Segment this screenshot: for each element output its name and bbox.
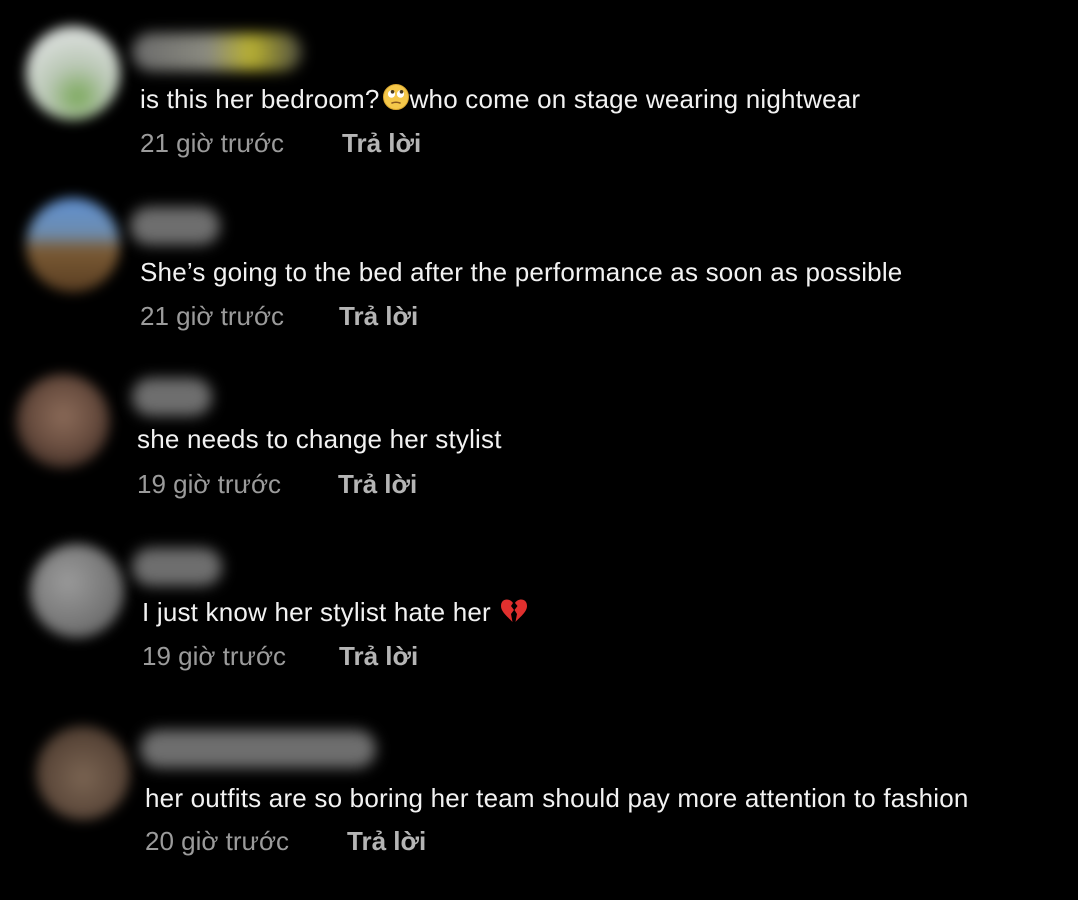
reply-button[interactable]: Trả lời bbox=[339, 640, 418, 672]
reply-button[interactable]: Trả lời bbox=[338, 468, 417, 500]
username[interactable] bbox=[140, 730, 376, 768]
avatar[interactable] bbox=[26, 26, 120, 120]
comment-item: I just know her stylist hate her 19 giờ … bbox=[0, 516, 1078, 686]
avatar[interactable] bbox=[36, 726, 130, 820]
reply-button[interactable]: Trả lời bbox=[339, 300, 418, 332]
comment-text: her outfits are so boring her team shoul… bbox=[145, 783, 969, 813]
username[interactable] bbox=[132, 33, 302, 71]
comment-meta: 21 giờ trước Trả lời bbox=[140, 127, 540, 159]
comment-item: is this her bedroom? who come on stage we… bbox=[0, 0, 1078, 170]
comment-timestamp: 19 giờ trước bbox=[137, 469, 281, 499]
comment-meta: 19 giờ trước Trả lời bbox=[137, 468, 537, 500]
reply-button[interactable]: Trả lời bbox=[342, 127, 421, 159]
avatar[interactable] bbox=[26, 198, 120, 292]
comment-text: I just know her stylist hate her bbox=[142, 596, 528, 631]
reply-button[interactable]: Trả lời bbox=[347, 825, 426, 857]
comment-item: her outfits are so boring her team shoul… bbox=[0, 688, 1078, 858]
avatar[interactable] bbox=[30, 544, 124, 638]
comment-meta: 19 giờ trước Trả lời bbox=[142, 640, 542, 672]
comment-timestamp: 21 giờ trước bbox=[140, 128, 284, 158]
face-with-rolling-eyes-icon bbox=[382, 83, 410, 118]
comment-timestamp: 20 giờ trước bbox=[145, 826, 289, 856]
comment-item: she needs to change her stylist 19 giờ t… bbox=[0, 344, 1078, 514]
username[interactable] bbox=[132, 548, 222, 586]
comment-text: She’s going to the bed after the perform… bbox=[140, 257, 903, 287]
username[interactable] bbox=[130, 207, 220, 245]
comment-text-part: who come on stage wearing nightwear bbox=[409, 84, 861, 114]
comment-meta: 20 giờ trước Trả lời bbox=[145, 825, 545, 857]
comment-timestamp: 21 giờ trước bbox=[140, 301, 284, 331]
comment-text-part: I just know her stylist hate her bbox=[142, 597, 491, 627]
comment-timestamp: 19 giờ trước bbox=[142, 641, 286, 671]
broken-heart-icon bbox=[500, 598, 528, 631]
avatar[interactable] bbox=[16, 374, 110, 468]
comment-text-part: is this her bedroom? bbox=[140, 84, 380, 114]
comment-text: she needs to change her stylist bbox=[137, 424, 502, 454]
comment-item: She’s going to the bed after the perform… bbox=[0, 172, 1078, 342]
comment-meta: 21 giờ trước Trả lời bbox=[140, 300, 540, 332]
username[interactable] bbox=[132, 378, 212, 416]
comment-text: is this her bedroom? who come on stage we… bbox=[140, 83, 860, 118]
